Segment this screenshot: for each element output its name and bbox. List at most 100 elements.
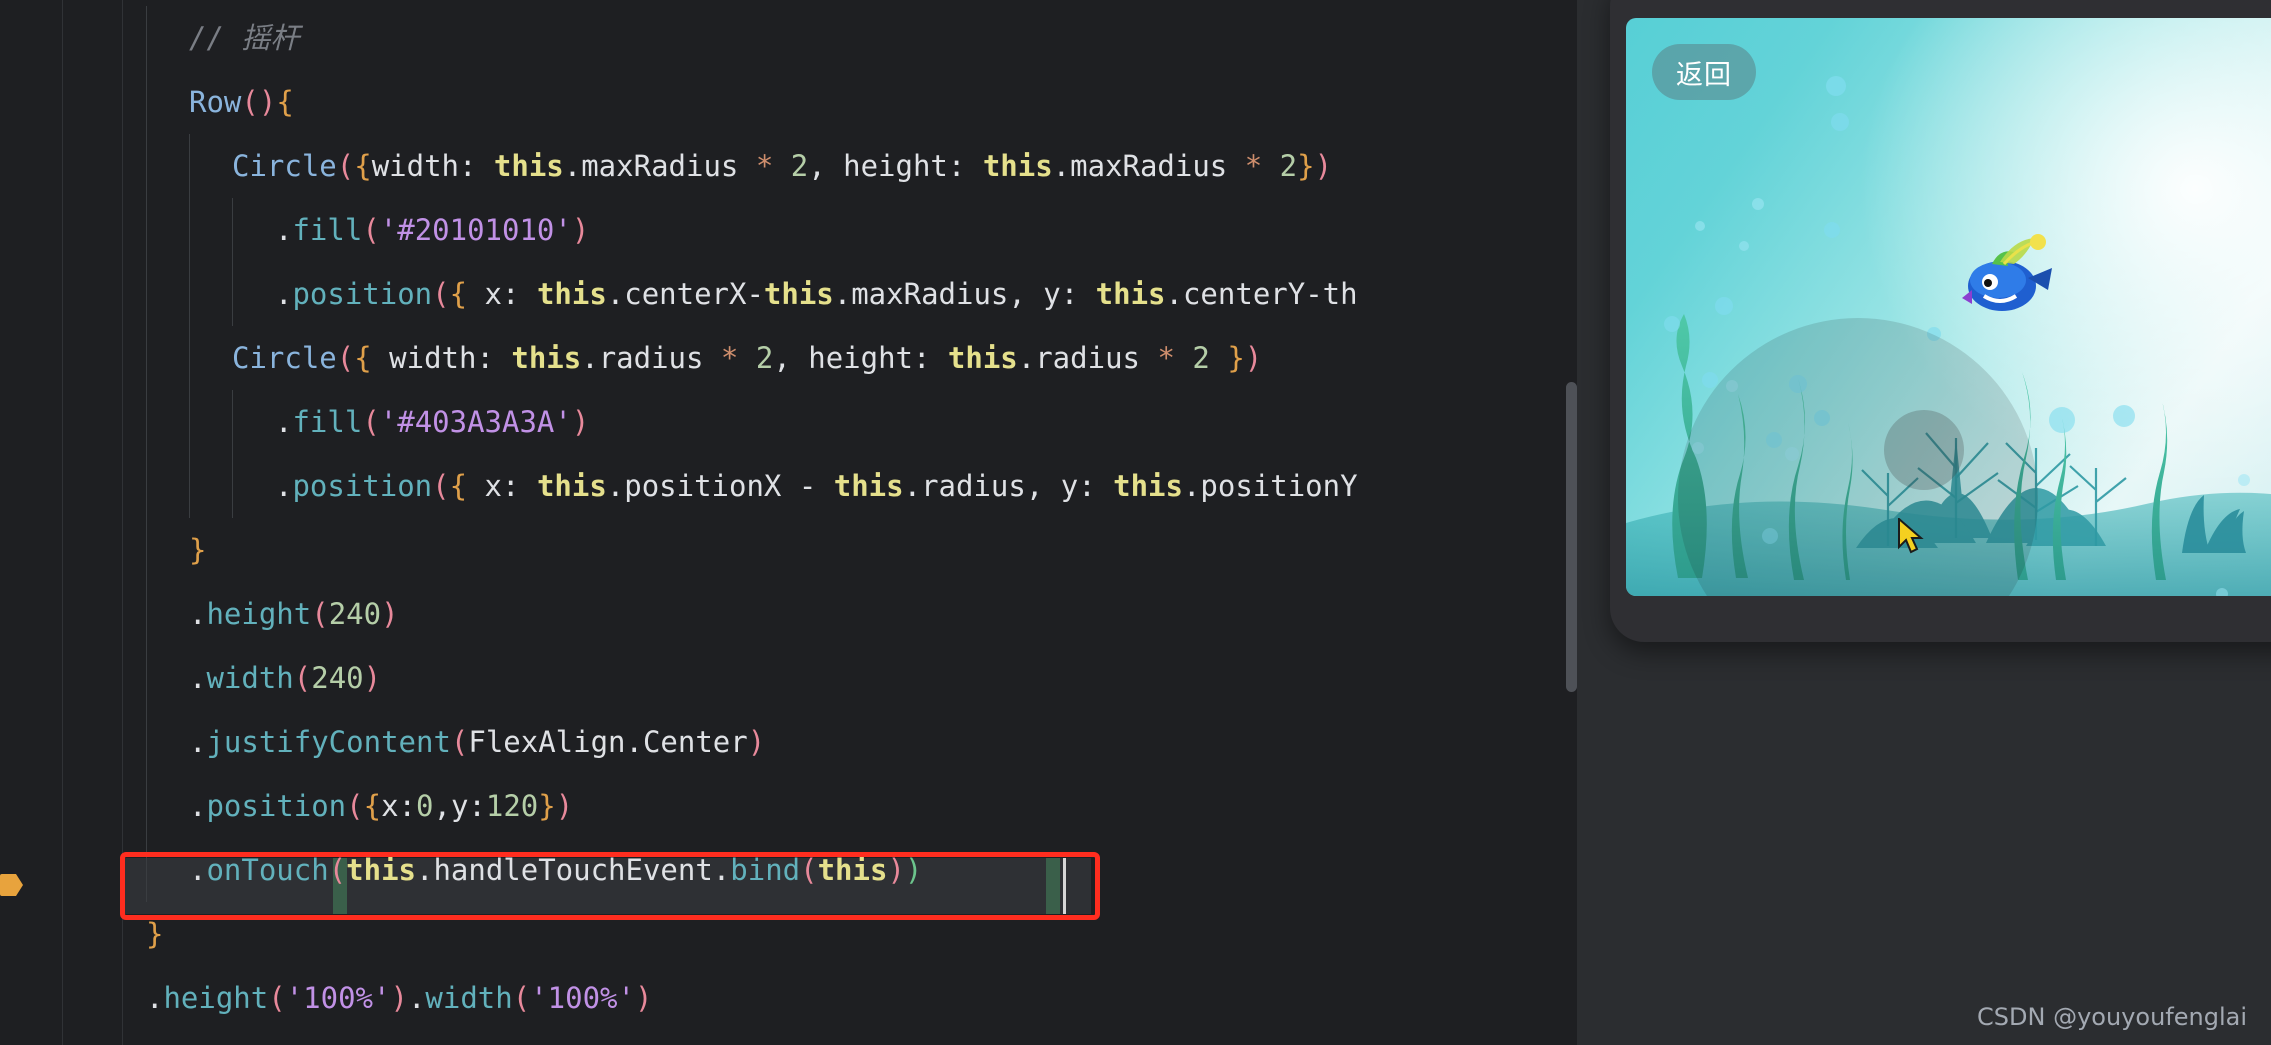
indent-guide (146, 134, 147, 198)
code-token: () (241, 85, 277, 119)
code-token: this (493, 149, 564, 183)
code-token: . (275, 213, 293, 247)
code-token: ) (634, 981, 653, 1015)
code-token: ) (381, 597, 399, 631)
joystick-knob[interactable] (1884, 410, 1964, 490)
mouse-cursor-icon (1898, 518, 1924, 554)
code-token: position (206, 789, 347, 823)
code-token: { (449, 469, 468, 503)
code-line[interactable]: .width(240) (0, 646, 1577, 710)
code-token: this (982, 149, 1053, 183)
code-token: 240 (311, 661, 364, 695)
code-token: this (817, 853, 888, 887)
code-token: } (189, 533, 207, 567)
editor-vertical-scrollbar[interactable] (1566, 382, 1577, 692)
code-token: 120 (485, 789, 539, 823)
back-button[interactable]: 返回 (1652, 44, 1756, 100)
code-token: height (206, 597, 312, 631)
indent-guide (146, 326, 147, 390)
code-token: * (755, 149, 774, 183)
code-editor[interactable]: // 摇杆 Row(){Circle({width: this.maxRadius… (0, 0, 1577, 1045)
code-line[interactable]: } (0, 902, 1577, 966)
indent-guide (146, 710, 147, 774)
indent-guide (189, 134, 190, 198)
code-token: '#20101010' (379, 213, 572, 247)
code-token: '#403A3A3A' (379, 405, 572, 439)
indent-guide (232, 198, 233, 262)
code-token: . (407, 981, 426, 1015)
code-line[interactable]: .fill('#20101010') (0, 198, 1577, 262)
code-token: this (1095, 277, 1166, 311)
code-token: Circle (232, 341, 337, 375)
code-line[interactable]: // 摇杆 (0, 6, 1577, 70)
code-line[interactable]: .position({ x: this.positionX - this.rad… (0, 454, 1577, 518)
code-token: x: (467, 277, 537, 311)
code-line[interactable]: .position({x:0,y:120}) (0, 774, 1577, 838)
code-token: position (292, 469, 433, 503)
code-line[interactable]: .fill('#403A3A3A') (0, 390, 1577, 454)
indent-guide (146, 518, 147, 582)
code-token: Circle (232, 149, 337, 183)
code-line[interactable]: .height(240) (0, 582, 1577, 646)
code-token: ) (904, 853, 923, 887)
code-token: 0 (416, 789, 434, 823)
code-token: . (189, 853, 207, 887)
code-token: { (354, 341, 372, 375)
code-line[interactable]: Row(){ (0, 70, 1577, 134)
indent-guide (189, 390, 190, 454)
code-line[interactable]: .position({ x: this.centerX-this.maxRadi… (0, 262, 1577, 326)
code-token: ( (432, 469, 450, 503)
code-token: .handleTouchEvent. (416, 853, 731, 887)
code-token: width: (371, 149, 494, 183)
code-token: { (276, 85, 294, 119)
code-token: ( (336, 149, 355, 183)
preview-panel: 返回 CSDN @youyoufenglai (1577, 0, 2271, 1045)
indent-guide (146, 390, 147, 454)
code-token: ( (328, 853, 347, 887)
indent-guide (146, 582, 147, 646)
indent-guide (189, 326, 190, 390)
code-token: ( (293, 661, 312, 695)
code-token: . (275, 277, 293, 311)
code-token: ( (800, 853, 818, 887)
code-token: .maxRadius (563, 149, 756, 183)
code-token: . (189, 789, 207, 823)
device-frame: 返回 (1610, 0, 2271, 642)
indent-guide (146, 6, 147, 70)
code-token: . (189, 597, 207, 631)
code-token: ( (311, 597, 329, 631)
code-token: ) (887, 853, 905, 887)
code-token: .radius (1017, 341, 1158, 375)
code-text-area[interactable]: // 摇杆 Row(){Circle({width: this.maxRadius… (0, 0, 1577, 1045)
code-line[interactable]: .height('100%').width('100%') (0, 966, 1577, 1030)
code-line[interactable]: Circle({ width: this.radius * 2, height:… (0, 326, 1577, 390)
code-token: .centerX- (606, 277, 764, 311)
code-token: .maxRadius, y: (833, 277, 1096, 311)
player-fish (1962, 234, 2052, 311)
code-line[interactable]: .onTouch(this.handleTouchEvent.bind(this… (0, 838, 1577, 902)
code-token: ,y: (433, 789, 486, 823)
code-line[interactable]: .justifyContent(FlexAlign.Center) (0, 710, 1577, 774)
code-token: ( (346, 789, 364, 823)
indent-guide (232, 262, 233, 326)
code-token: ( (336, 341, 355, 375)
code-token: { (363, 789, 382, 823)
code-token: Row (189, 85, 242, 119)
code-token: 2 (773, 149, 809, 183)
code-token: this (1113, 469, 1183, 503)
code-line[interactable]: Circle({width: this.maxRadius * 2, heigh… (0, 134, 1577, 198)
code-token: .radius (581, 341, 721, 375)
code-token: , height: (773, 341, 948, 375)
code-token: width (425, 981, 513, 1015)
code-token: position (292, 277, 433, 311)
code-token: .centerY-th (1165, 277, 1358, 311)
indent-guide (232, 390, 233, 454)
code-token: ) (390, 981, 408, 1015)
code-token: ( (450, 725, 469, 759)
indent-guide (146, 454, 147, 518)
code-token: FlexAlign.Center (468, 725, 748, 759)
device-screen[interactable]: 返回 (1626, 18, 2271, 596)
code-token: * (720, 341, 739, 375)
code-token: 2 (1174, 341, 1210, 375)
code-line[interactable]: } (0, 518, 1577, 582)
